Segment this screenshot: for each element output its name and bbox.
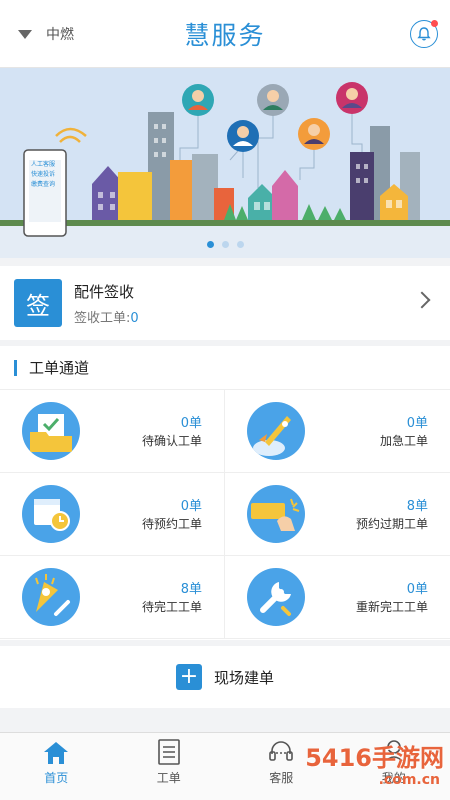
- order-type-label: 待确认工单: [141, 434, 202, 448]
- order-type-urgent[interactable]: 0单 加急工单: [225, 390, 450, 473]
- bell-icon: [417, 27, 431, 41]
- tab-home[interactable]: 首页: [0, 733, 113, 800]
- carousel-dot[interactable]: [221, 241, 229, 248]
- tab-label: 工单: [156, 771, 181, 785]
- work-order-channel: 工单通道 0单 待确认工单 0单 加急工单 0单 待预约工单 8单 预约过期工单…: [0, 346, 450, 640]
- tab-label: 首页: [44, 771, 69, 785]
- plus-icon: +: [175, 664, 202, 690]
- tools-icon: [22, 568, 80, 626]
- tab-orders[interactable]: 工单: [113, 733, 226, 800]
- watermark-line1: 5416手游网: [305, 744, 444, 772]
- top-header: 中燃 慧服务: [0, 0, 450, 68]
- folder-check-icon: [22, 402, 80, 460]
- order-count: 0单: [180, 499, 202, 514]
- order-type-label: 待预约工单: [141, 517, 202, 531]
- carousel-dot[interactable]: [206, 241, 214, 248]
- order-count: 0单: [406, 416, 428, 431]
- city-service-illustration: [0, 82, 450, 258]
- parts-receipt-title: 配件签收: [74, 282, 135, 301]
- create-onsite-order-label: 现场建单: [213, 668, 274, 687]
- calendar-clock-icon: [22, 485, 80, 543]
- page-title: 慧服务: [184, 21, 266, 50]
- rocket-icon: [247, 402, 305, 460]
- notification-button[interactable]: [410, 20, 438, 48]
- order-type-label: 预约过期工单: [355, 517, 428, 531]
- section-title: 工单通道: [29, 359, 90, 377]
- carousel-indicator: [0, 241, 450, 248]
- tab-label: 客服: [269, 771, 294, 785]
- expired-card-icon: [247, 485, 305, 543]
- order-type-expired-appointment[interactable]: 8单 预约过期工单: [225, 473, 450, 556]
- order-count: 8单: [406, 499, 428, 514]
- receipt-order-number: 0: [130, 310, 139, 326]
- phone-menu-item: 缴费查询: [31, 181, 56, 188]
- parts-receipt-card[interactable]: 签 配件签收 签收工单:0: [0, 266, 450, 340]
- carousel-dot[interactable]: [236, 241, 244, 248]
- order-count: 8单: [180, 582, 202, 597]
- sign-icon: 签: [14, 279, 62, 327]
- home-icon: [44, 742, 69, 764]
- receipt-order-label: 签收工单:: [74, 310, 131, 326]
- order-type-label: 加急工单: [379, 434, 428, 448]
- order-count: 0单: [180, 416, 202, 431]
- create-onsite-order-button[interactable]: + 现场建单: [0, 646, 450, 708]
- phone-menu: 人工客服 快速投诉 缴费查询: [31, 160, 61, 190]
- site-watermark: 5416手游网 .com.cn: [300, 732, 450, 800]
- section-header: 工单通道: [0, 346, 450, 390]
- order-type-label: 重新完工工单: [355, 600, 428, 614]
- wrench-icon: [247, 568, 305, 626]
- order-type-pending-completion[interactable]: 8单 待完工工单: [0, 556, 225, 639]
- section-marker: [14, 359, 17, 376]
- order-count: 0单: [406, 582, 428, 597]
- order-type-pending-confirm[interactable]: 0单 待确认工单: [0, 390, 225, 473]
- phone-menu-item: 快速投诉: [31, 171, 56, 178]
- order-type-pending-appointment[interactable]: 0单 待预约工单: [0, 473, 225, 556]
- chevron-right-icon: [413, 291, 431, 309]
- order-type-label: 待完工工单: [141, 600, 202, 614]
- promo-banner[interactable]: 人工客服 快速投诉 缴费查询: [0, 68, 450, 258]
- headset-icon: [269, 741, 294, 761]
- receipt-order-count: 签收工单:0: [74, 307, 139, 326]
- list-icon: [157, 739, 180, 765]
- order-type-rework[interactable]: 0单 重新完工工单: [225, 556, 450, 639]
- phone-menu-item: 人工客服: [31, 161, 56, 168]
- notification-badge: [431, 20, 438, 27]
- watermark-line2: .com.cn: [378, 772, 440, 788]
